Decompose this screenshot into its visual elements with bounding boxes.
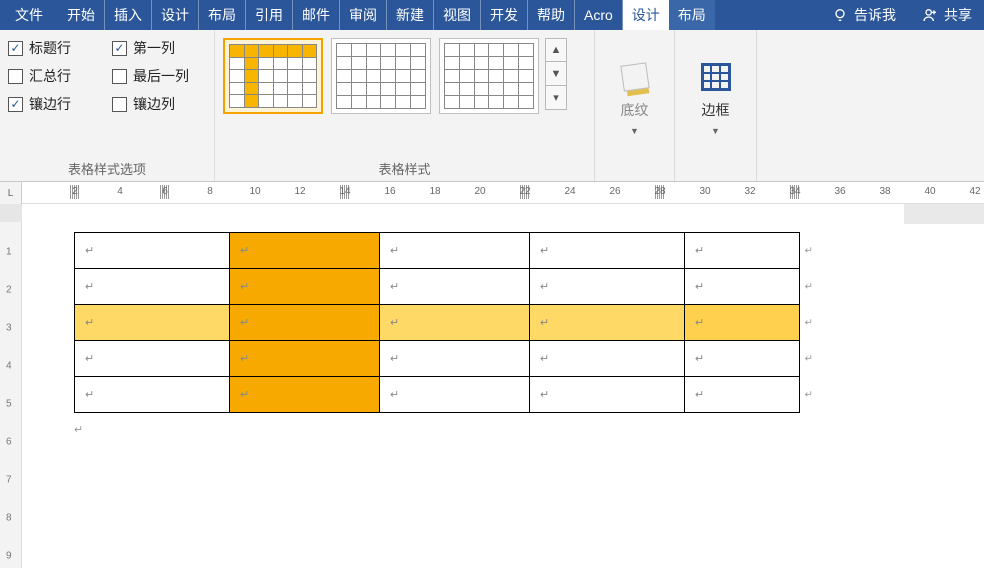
table-cell[interactable]: ↵↵ [685, 269, 800, 305]
table-cell[interactable]: ↵ [530, 305, 685, 341]
paint-bucket-icon [620, 62, 649, 91]
table-cell[interactable]: ↵↵ [685, 233, 800, 269]
share-button[interactable]: 共享 [910, 0, 984, 30]
table-cell[interactable]: ↵ [75, 377, 230, 413]
group-label-table-styles: 表格样式 [223, 155, 586, 181]
table-cell[interactable]: ↵ [530, 377, 685, 413]
group-borders: 边框 ▼ [675, 30, 757, 181]
person-share-icon [922, 7, 938, 23]
chk-banded-rows[interactable]: ✓镶边行 [8, 94, 102, 114]
table-row[interactable]: ↵↵↵↵↵↵ [75, 341, 800, 377]
chk-first-col-label: 第一列 [133, 38, 175, 58]
tab-view[interactable]: 视图 [434, 0, 481, 30]
style-thumb-3[interactable] [439, 38, 539, 114]
table-cell[interactable]: ↵ [230, 269, 380, 305]
table-cell[interactable]: ↵ [75, 233, 230, 269]
chk-total-row-label: 汇总行 [29, 66, 71, 86]
chk-header-row[interactable]: ✓标题行 [8, 38, 102, 58]
chevron-down-icon: ▼ [630, 126, 639, 136]
tab-references[interactable]: 引用 [246, 0, 293, 30]
shading-label: 底纹 [621, 100, 649, 120]
chk-last-col-label: 最后一列 [133, 66, 189, 86]
group-label-style-options: 表格样式选项 [8, 155, 206, 181]
chk-banded-rows-label: 镶边行 [29, 94, 71, 114]
style-thumb-2[interactable] [331, 38, 431, 114]
table-cell[interactable]: ↵↵ [685, 377, 800, 413]
shading-button[interactable]: 底纹 ▼ [603, 36, 666, 159]
tab-acrobat[interactable]: Acro [575, 0, 623, 30]
style-thumb-1[interactable] [223, 38, 323, 114]
tab-insert[interactable]: 插入 [105, 0, 152, 30]
ruler-horizontal[interactable]: L 24681012141618202224262830323436384042 [0, 182, 984, 204]
table-row[interactable]: ↵↵↵↵↵↵ [75, 233, 800, 269]
tab-table-layout[interactable]: 布局 [669, 0, 715, 30]
document-page[interactable]: ↵↵↵↵↵↵↵↵↵↵↵↵↵↵↵↵↵↵↵↵↵↵↵↵↵↵↵↵↵↵ ↵ [22, 204, 984, 568]
group-table-style-options: ✓标题行 ✓第一列 汇总行 最后一列 ✓镶边行 镶边列 表格样式选项 [0, 30, 215, 181]
table-cell[interactable]: ↵ [230, 233, 380, 269]
table-row[interactable]: ↵↵↵↵↵↵ [75, 305, 800, 341]
table-cell[interactable]: ↵ [380, 233, 530, 269]
table-row[interactable]: ↵↵↵↵↵↵ [75, 269, 800, 305]
tell-me[interactable]: 告诉我 [818, 0, 910, 30]
borders-label: 边框 [702, 100, 730, 120]
gallery-up-button[interactable]: ▲ [545, 38, 567, 62]
table-cell[interactable]: ↵ [230, 305, 380, 341]
ribbon: ✓标题行 ✓第一列 汇总行 最后一列 ✓镶边行 镶边列 表格样式选项 [0, 30, 984, 182]
group-shading: 底纹 ▼ [595, 30, 675, 181]
chk-total-row[interactable]: 汇总行 [8, 66, 102, 86]
table-cell[interactable]: ↵ [380, 305, 530, 341]
table-cell[interactable]: ↵ [380, 341, 530, 377]
ruler-vertical[interactable]: 123456789 [0, 204, 22, 568]
table-cell[interactable]: ↵ [530, 269, 685, 305]
table-cell[interactable]: ↵↵ [685, 305, 800, 341]
share-label: 共享 [944, 5, 972, 25]
tell-me-label: 告诉我 [854, 5, 896, 25]
table-cell[interactable]: ↵ [380, 269, 530, 305]
group-table-styles: ▲ ▼ ▾ 表格样式 [215, 30, 595, 181]
tab-home[interactable]: 开始 [58, 0, 105, 30]
tab-file[interactable]: 文件 [0, 0, 58, 30]
tab-help[interactable]: 帮助 [528, 0, 575, 30]
gallery-down-button[interactable]: ▼ [545, 62, 567, 86]
chevron-down-icon: ▼ [711, 126, 720, 136]
tab-layout[interactable]: 布局 [199, 0, 246, 30]
tab-review[interactable]: 审阅 [340, 0, 387, 30]
table-row[interactable]: ↵↵↵↵↵↵ [75, 377, 800, 413]
ribbon-tabs: 文件 开始 插入 设计 布局 引用 邮件 审阅 新建 视图 开发 帮助 Acro… [0, 0, 984, 30]
table-cell[interactable]: ↵ [230, 377, 380, 413]
table-cell[interactable]: ↵ [230, 341, 380, 377]
lightbulb-icon [832, 7, 848, 23]
tab-table-design[interactable]: 设计 [623, 0, 669, 30]
gallery-more-button[interactable]: ▾ [545, 86, 567, 110]
paragraph-mark: ↵ [74, 423, 984, 436]
chk-header-row-label: 标题行 [29, 38, 71, 58]
table-cell[interactable]: ↵ [380, 377, 530, 413]
table-cell[interactable]: ↵ [530, 341, 685, 377]
tab-design[interactable]: 设计 [152, 0, 199, 30]
table-cell[interactable]: ↵ [75, 305, 230, 341]
borders-button[interactable]: 边框 ▼ [683, 36, 748, 159]
table-cell[interactable]: ↵ [75, 269, 230, 305]
chk-first-col[interactable]: ✓第一列 [112, 38, 206, 58]
chk-last-col[interactable]: 最后一列 [112, 66, 206, 86]
tab-selector[interactable]: L [0, 182, 22, 204]
table-cell[interactable]: ↵↵ [685, 341, 800, 377]
chk-banded-cols-label: 镶边列 [133, 94, 175, 114]
table-cell[interactable]: ↵ [530, 233, 685, 269]
tab-mailings[interactable]: 邮件 [293, 0, 340, 30]
tab-developer[interactable]: 开发 [481, 0, 528, 30]
borders-icon [701, 63, 731, 91]
tab-new[interactable]: 新建 [387, 0, 434, 30]
table-cell[interactable]: ↵ [75, 341, 230, 377]
user-table[interactable]: ↵↵↵↵↵↵↵↵↵↵↵↵↵↵↵↵↵↵↵↵↵↵↵↵↵↵↵↵↵↵ [74, 232, 800, 413]
style-gallery-scroll: ▲ ▼ ▾ [545, 38, 567, 110]
chk-banded-cols[interactable]: 镶边列 [112, 94, 206, 114]
